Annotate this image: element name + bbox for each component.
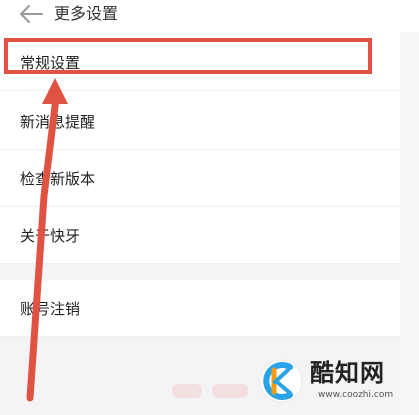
watermark-name: 酷知网 — [310, 359, 385, 387]
settings-item-label: 常规设置 — [20, 54, 81, 72]
blurred-mark — [172, 384, 202, 398]
back-arrow-icon[interactable] — [18, 2, 44, 26]
settings-item-new-message-alert[interactable]: 新消息提醒 — [0, 91, 400, 150]
settings-item-delete-account[interactable]: 账号注销 — [0, 280, 400, 337]
section-divider — [0, 264, 400, 280]
settings-item-label: 检查新版本 — [20, 170, 96, 188]
coozhi-logo-icon — [258, 358, 304, 404]
page-title: 更多设置 — [54, 4, 119, 23]
settings-item-label: 关于快牙 — [20, 227, 81, 245]
right-edge-strip — [400, 0, 419, 415]
settings-item-check-update[interactable]: 检查新版本 — [0, 150, 400, 207]
watermark-url: www.coozhi.com — [318, 390, 394, 400]
top-bar: 更多设置 — [0, 0, 419, 32]
settings-item-label: 账号注销 — [20, 300, 81, 318]
settings-item-about[interactable]: 关于快牙 — [0, 207, 400, 264]
blurred-mark — [212, 384, 248, 398]
settings-item-label: 新消息提醒 — [20, 113, 96, 131]
watermark: 酷知网 www.coozhi.com — [258, 356, 408, 406]
settings-item-general[interactable]: 常规设置 — [0, 34, 400, 91]
